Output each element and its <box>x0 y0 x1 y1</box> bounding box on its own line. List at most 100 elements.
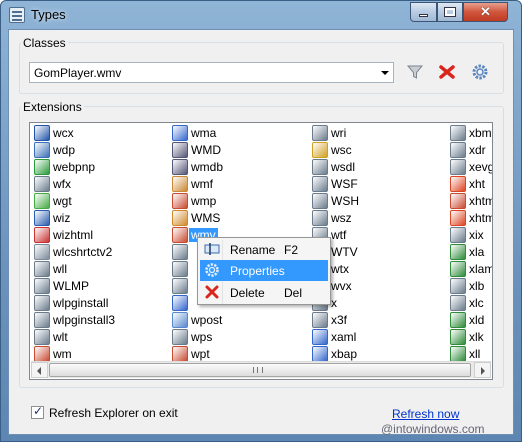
list-item[interactable]: wvx <box>312 278 452 295</box>
file-type-icon <box>312 346 328 362</box>
list-item-label: wmf <box>191 177 213 191</box>
list-item[interactable]: xix <box>450 227 492 244</box>
list-item-label: wma <box>191 126 217 140</box>
file-type-icon <box>450 329 466 345</box>
list-item[interactable]: xld <box>450 312 492 329</box>
extensions-label: Extensions <box>21 100 84 114</box>
menu-item-rename[interactable]: Rename F2 <box>200 239 328 260</box>
list-item[interactable]: wll <box>34 261 174 278</box>
list-item[interactable]: wtf <box>312 227 452 244</box>
delete-icon[interactable] <box>438 63 456 81</box>
maximize-button[interactable] <box>437 2 463 22</box>
list-column: wcx wdp webpnp wfx wgt wiz wizhtml wlcshrtctv2 w… <box>34 125 174 363</box>
list-item[interactable]: wlt <box>34 329 174 346</box>
list-item-label: wsc <box>331 143 352 157</box>
list-item[interactable]: wtx <box>312 261 452 278</box>
list-item[interactable]: WSF <box>312 176 452 193</box>
file-type-icon <box>450 142 466 158</box>
list-item-label: webpnp <box>53 160 96 174</box>
list-item[interactable]: wdp <box>34 142 174 159</box>
list-item[interactable]: wgt <box>34 193 174 210</box>
list-item[interactable]: wps <box>172 329 312 346</box>
file-type-icon <box>312 159 328 175</box>
refresh-explorer-checkbox[interactable] <box>31 404 44 419</box>
scroll-thumb[interactable] <box>49 363 471 377</box>
list-item-label: wlcshrtctv2 <box>53 245 113 259</box>
list-item[interactable]: wsz <box>312 210 452 227</box>
list-item[interactable]: wcx <box>34 125 174 142</box>
list-item[interactable]: wiz <box>34 210 174 227</box>
list-item[interactable]: x3f <box>312 312 452 329</box>
file-type-icon <box>450 176 466 192</box>
file-type-icon <box>34 159 50 175</box>
list-item-label: wmdb <box>191 160 224 174</box>
list-item[interactable]: WTV <box>312 244 452 261</box>
list-item[interactable]: WMD <box>172 142 312 159</box>
list-item[interactable]: wlcshrtctv2 <box>34 244 174 261</box>
list-item[interactable]: xlc <box>450 295 492 312</box>
refresh-explorer-label[interactable]: Refresh Explorer on exit <box>49 406 178 420</box>
list-item-label: xll <box>469 347 481 361</box>
file-type-icon <box>172 295 188 311</box>
file-type-icon <box>172 176 188 192</box>
scroll-right-button[interactable] <box>474 362 491 378</box>
list-item[interactable]: wpost <box>172 312 312 329</box>
classes-label: Classes <box>21 36 68 50</box>
list-item[interactable]: wfx <box>34 176 174 193</box>
list-item[interactable]: WSH <box>312 193 452 210</box>
horizontal-scrollbar[interactable] <box>31 361 491 378</box>
file-type-icon <box>172 142 188 158</box>
list-item[interactable]: wsc <box>312 142 452 159</box>
list-item[interactable]: xbm <box>450 125 492 142</box>
file-type-icon <box>450 312 466 328</box>
close-button[interactable]: ✕ <box>463 2 508 22</box>
list-item[interactable]: WMS <box>172 210 312 227</box>
minimize-icon <box>419 13 428 17</box>
list-item[interactable]: wizhtml <box>34 227 174 244</box>
list-item[interactable]: xdr <box>450 142 492 159</box>
file-type-icon <box>34 227 50 243</box>
filter-icon[interactable] <box>406 63 424 81</box>
list-item[interactable]: xla <box>450 244 492 261</box>
list-item[interactable]: wmp <box>172 193 312 210</box>
list-item[interactable]: WLMP <box>34 278 174 295</box>
list-item[interactable]: wlpginstall3 <box>34 312 174 329</box>
scroll-left-button[interactable] <box>31 362 48 378</box>
refresh-now-link[interactable]: Refresh now <box>392 407 459 421</box>
list-item-label: xld <box>469 313 485 327</box>
list-item[interactable]: wmf <box>172 176 312 193</box>
file-type-icon <box>312 142 328 158</box>
list-item[interactable]: wlpginstall <box>34 295 174 312</box>
list-item[interactable]: xlk <box>450 329 492 346</box>
list-item[interactable]: webpnp <box>34 159 174 176</box>
list-item[interactable]: xlb <box>450 278 492 295</box>
list-item[interactable]: wri <box>312 125 452 142</box>
list-item[interactable]: xlam <box>450 261 492 278</box>
list-item[interactable]: wsdl <box>312 159 452 176</box>
menu-item-delete[interactable]: Delete Del <box>200 282 328 303</box>
class-select[interactable]: GomPlayer.wmv <box>29 62 394 83</box>
list-item[interactable]: wma <box>172 125 312 142</box>
file-type-icon <box>312 210 328 226</box>
title-bar[interactable]: Types ✕ <box>1 1 521 29</box>
minimize-button[interactable] <box>410 2 437 22</box>
menu-item-properties[interactable]: Properties <box>200 260 328 281</box>
close-icon: ✕ <box>480 4 491 19</box>
list-item-label: wlpginstall <box>53 296 109 310</box>
list-item[interactable]: xhtml <box>450 210 492 227</box>
list-item-label: wpost <box>191 313 223 327</box>
file-type-icon <box>172 329 188 345</box>
list-item[interactable]: xht <box>450 176 492 193</box>
list-item[interactable]: xaml <box>312 329 452 346</box>
list-item[interactable]: x <box>312 295 452 312</box>
file-type-icon <box>312 176 328 192</box>
list-item[interactable]: xevgr <box>450 159 492 176</box>
file-type-icon <box>34 142 50 158</box>
file-type-icon <box>450 278 466 294</box>
list-item-label: WTV <box>331 245 358 259</box>
gear-icon[interactable] <box>471 63 489 81</box>
list-item[interactable]: xhtml <box>450 193 492 210</box>
list-item-label: x <box>331 296 337 310</box>
list-item-label: xaml <box>331 330 357 344</box>
list-item[interactable]: wmdb <box>172 159 312 176</box>
